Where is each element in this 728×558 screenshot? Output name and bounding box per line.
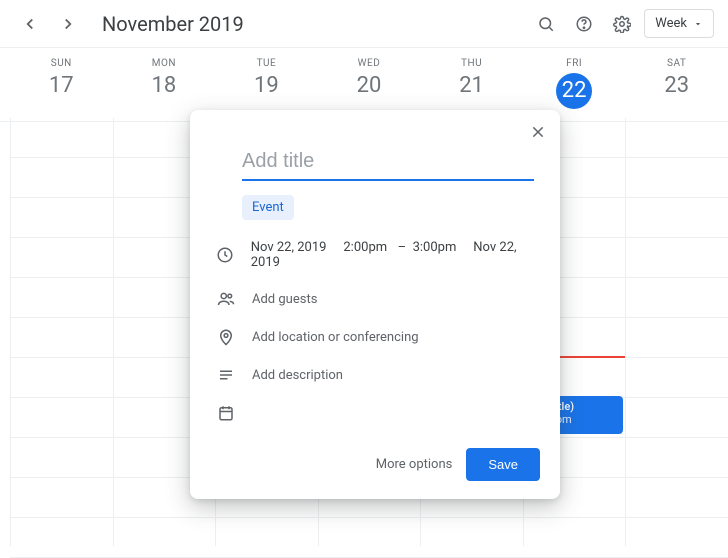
close-icon [530, 124, 546, 140]
topbar-right: Week [530, 8, 714, 40]
prev-arrow-button[interactable] [14, 8, 46, 40]
chevron-down-icon [693, 19, 703, 29]
location-row[interactable]: Add location or conferencing [216, 318, 534, 356]
day-header-cell[interactable]: SAT 23 [625, 48, 728, 121]
location-icon [216, 328, 236, 346]
help-icon [575, 15, 593, 33]
day-number: 23 [625, 73, 728, 98]
search-button[interactable] [530, 8, 562, 40]
description-icon [216, 366, 236, 384]
calendar-row[interactable] [216, 394, 534, 432]
guests-row[interactable]: Add guests [216, 280, 534, 318]
description-row[interactable]: Add description [216, 356, 534, 394]
day-of-week: THU [420, 58, 523, 69]
day-header-cell[interactable]: SUN 17 [10, 48, 113, 121]
day-of-week: TUE [215, 58, 318, 69]
day-number: 20 [318, 73, 421, 98]
nav-arrows [14, 8, 84, 40]
help-button[interactable] [568, 8, 600, 40]
day-number: 22 [556, 73, 592, 109]
end-time[interactable]: 3:00pm [413, 240, 457, 255]
create-event-modal: Event Nov 22, 2019 2:00pm – 3:00pm Nov 2… [190, 110, 560, 499]
gear-icon [613, 15, 631, 33]
chevron-left-icon [21, 15, 39, 33]
event-title-input[interactable] [242, 146, 534, 181]
close-button[interactable] [524, 118, 552, 146]
next-arrow-button[interactable] [52, 8, 84, 40]
day-number: 17 [10, 73, 113, 98]
search-icon [537, 15, 555, 33]
chevron-right-icon [59, 15, 77, 33]
guests-label: Add guests [252, 292, 317, 307]
location-label: Add location or conferencing [252, 330, 419, 345]
day-of-week: FRI [523, 58, 626, 69]
view-selector-label: Week [655, 16, 687, 31]
time-row[interactable]: Nov 22, 2019 2:00pm – 3:00pm Nov 22, 201… [216, 230, 534, 280]
topbar: November 2019 Week [0, 0, 728, 48]
day-number: 21 [420, 73, 523, 98]
clock-icon [216, 246, 235, 264]
settings-button[interactable] [606, 8, 638, 40]
month-label: November 2019 [102, 12, 244, 36]
view-selector[interactable]: Week [644, 9, 714, 38]
save-button[interactable]: Save [466, 448, 540, 481]
time-dash: – [398, 240, 407, 255]
start-time[interactable]: 2:00pm [343, 240, 387, 255]
event-type-chip[interactable]: Event [242, 195, 294, 220]
day-of-week: MON [113, 58, 216, 69]
day-number: 18 [113, 73, 216, 98]
description-label: Add description [252, 368, 343, 383]
day-number: 19 [215, 73, 318, 98]
start-date[interactable]: Nov 22, 2019 [251, 240, 327, 255]
day-of-week: SAT [625, 58, 728, 69]
calendar-icon [216, 404, 236, 422]
more-options-button[interactable]: More options [376, 457, 453, 472]
day-of-week: WED [318, 58, 421, 69]
people-icon [216, 290, 236, 308]
day-of-week: SUN [10, 58, 113, 69]
